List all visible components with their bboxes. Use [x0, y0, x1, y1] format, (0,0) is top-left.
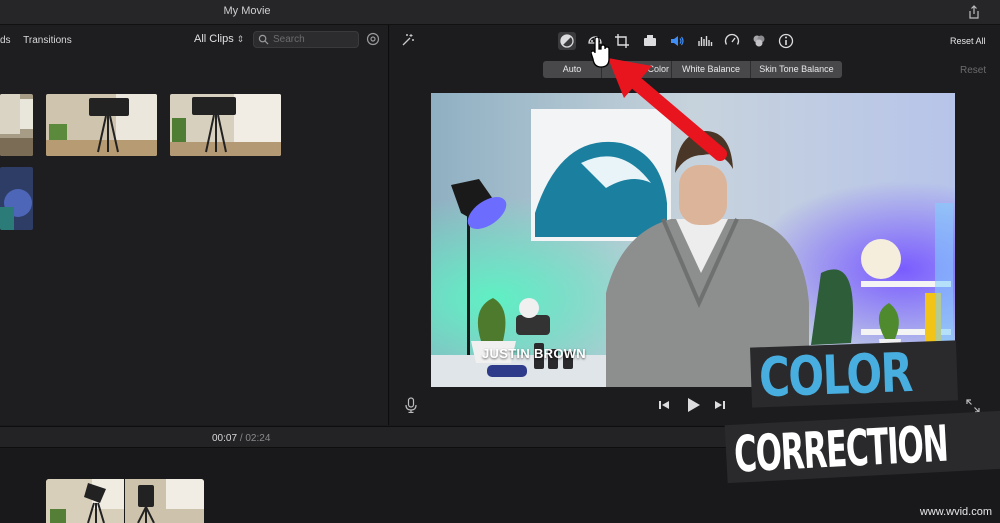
media-browser: ds Transitions [0, 25, 389, 425]
skip-forward-icon[interactable] [712, 397, 728, 413]
tab-backgrounds[interactable]: ds [0, 35, 11, 46]
segment-skin-tone-balance[interactable]: Skin Tone Balance [750, 61, 842, 78]
clip-image [0, 167, 33, 230]
imovie-window: My Movie ds Transitions All Clips ⇕ Sear… [0, 0, 1000, 523]
watermark: www.wvid.com [919, 506, 992, 518]
video-title-caption: JUSTIN BROWN [482, 346, 586, 361]
time-separator: / [239, 433, 243, 444]
info-icon [778, 33, 794, 49]
fullscreen-icon[interactable] [966, 399, 980, 413]
reset-button[interactable]: Reset [960, 65, 986, 76]
clip-filter-dropdown[interactable]: All Clips ⇕ [194, 33, 244, 45]
gear-icon [366, 32, 380, 46]
clip-thumbnail[interactable] [46, 94, 157, 156]
annotation-arrow [608, 58, 727, 161]
microphone-icon[interactable] [404, 397, 418, 413]
title-bar: My Movie [0, 0, 1000, 25]
clip-info-button[interactable] [777, 32, 795, 50]
window-title: My Movie [223, 5, 271, 17]
current-time: 00:07 [212, 433, 238, 444]
color-balance-button[interactable] [558, 32, 576, 50]
settings-button[interactable] [366, 32, 380, 46]
browser-tabs: ds Transitions [0, 35, 82, 46]
overlay-title-color: COLOR [750, 340, 958, 410]
clip-filter-label: All Clips [194, 33, 234, 45]
total-duration: 02:24 [245, 433, 271, 444]
timecode: 00:07 / 02:24 [212, 433, 270, 444]
share-button[interactable] [966, 4, 982, 20]
clip-thumbnail[interactable] [0, 167, 33, 230]
filter-circles-icon [753, 35, 765, 47]
clip-image [0, 94, 33, 156]
search-box[interactable] [253, 31, 359, 48]
clip-image [170, 94, 281, 156]
tab-transitions[interactable]: Transitions [23, 35, 72, 46]
pointer-cursor-icon [591, 37, 610, 68]
clip-thumbnail[interactable] [170, 94, 281, 156]
search-icon [258, 34, 269, 45]
color-balance-icon [560, 34, 574, 48]
skip-back-icon[interactable] [656, 397, 672, 413]
overlay-line-1: COLOR [757, 341, 913, 410]
timeline-clip[interactable] [46, 479, 204, 523]
magic-wand-icon[interactable] [401, 33, 415, 47]
search-input[interactable] [273, 33, 355, 46]
timeline-clip-image [46, 479, 204, 523]
clip-thumbnail[interactable] [0, 94, 33, 156]
reset-all-button[interactable]: Reset All [950, 36, 986, 46]
play-icon[interactable] [684, 396, 702, 414]
share-icon [969, 5, 979, 19]
clip-image [46, 94, 157, 156]
overlay-line-2: CORRECTION [732, 414, 949, 484]
clip-filter-button[interactable] [750, 32, 768, 50]
updown-chevron-icon: ⇕ [236, 34, 245, 44]
